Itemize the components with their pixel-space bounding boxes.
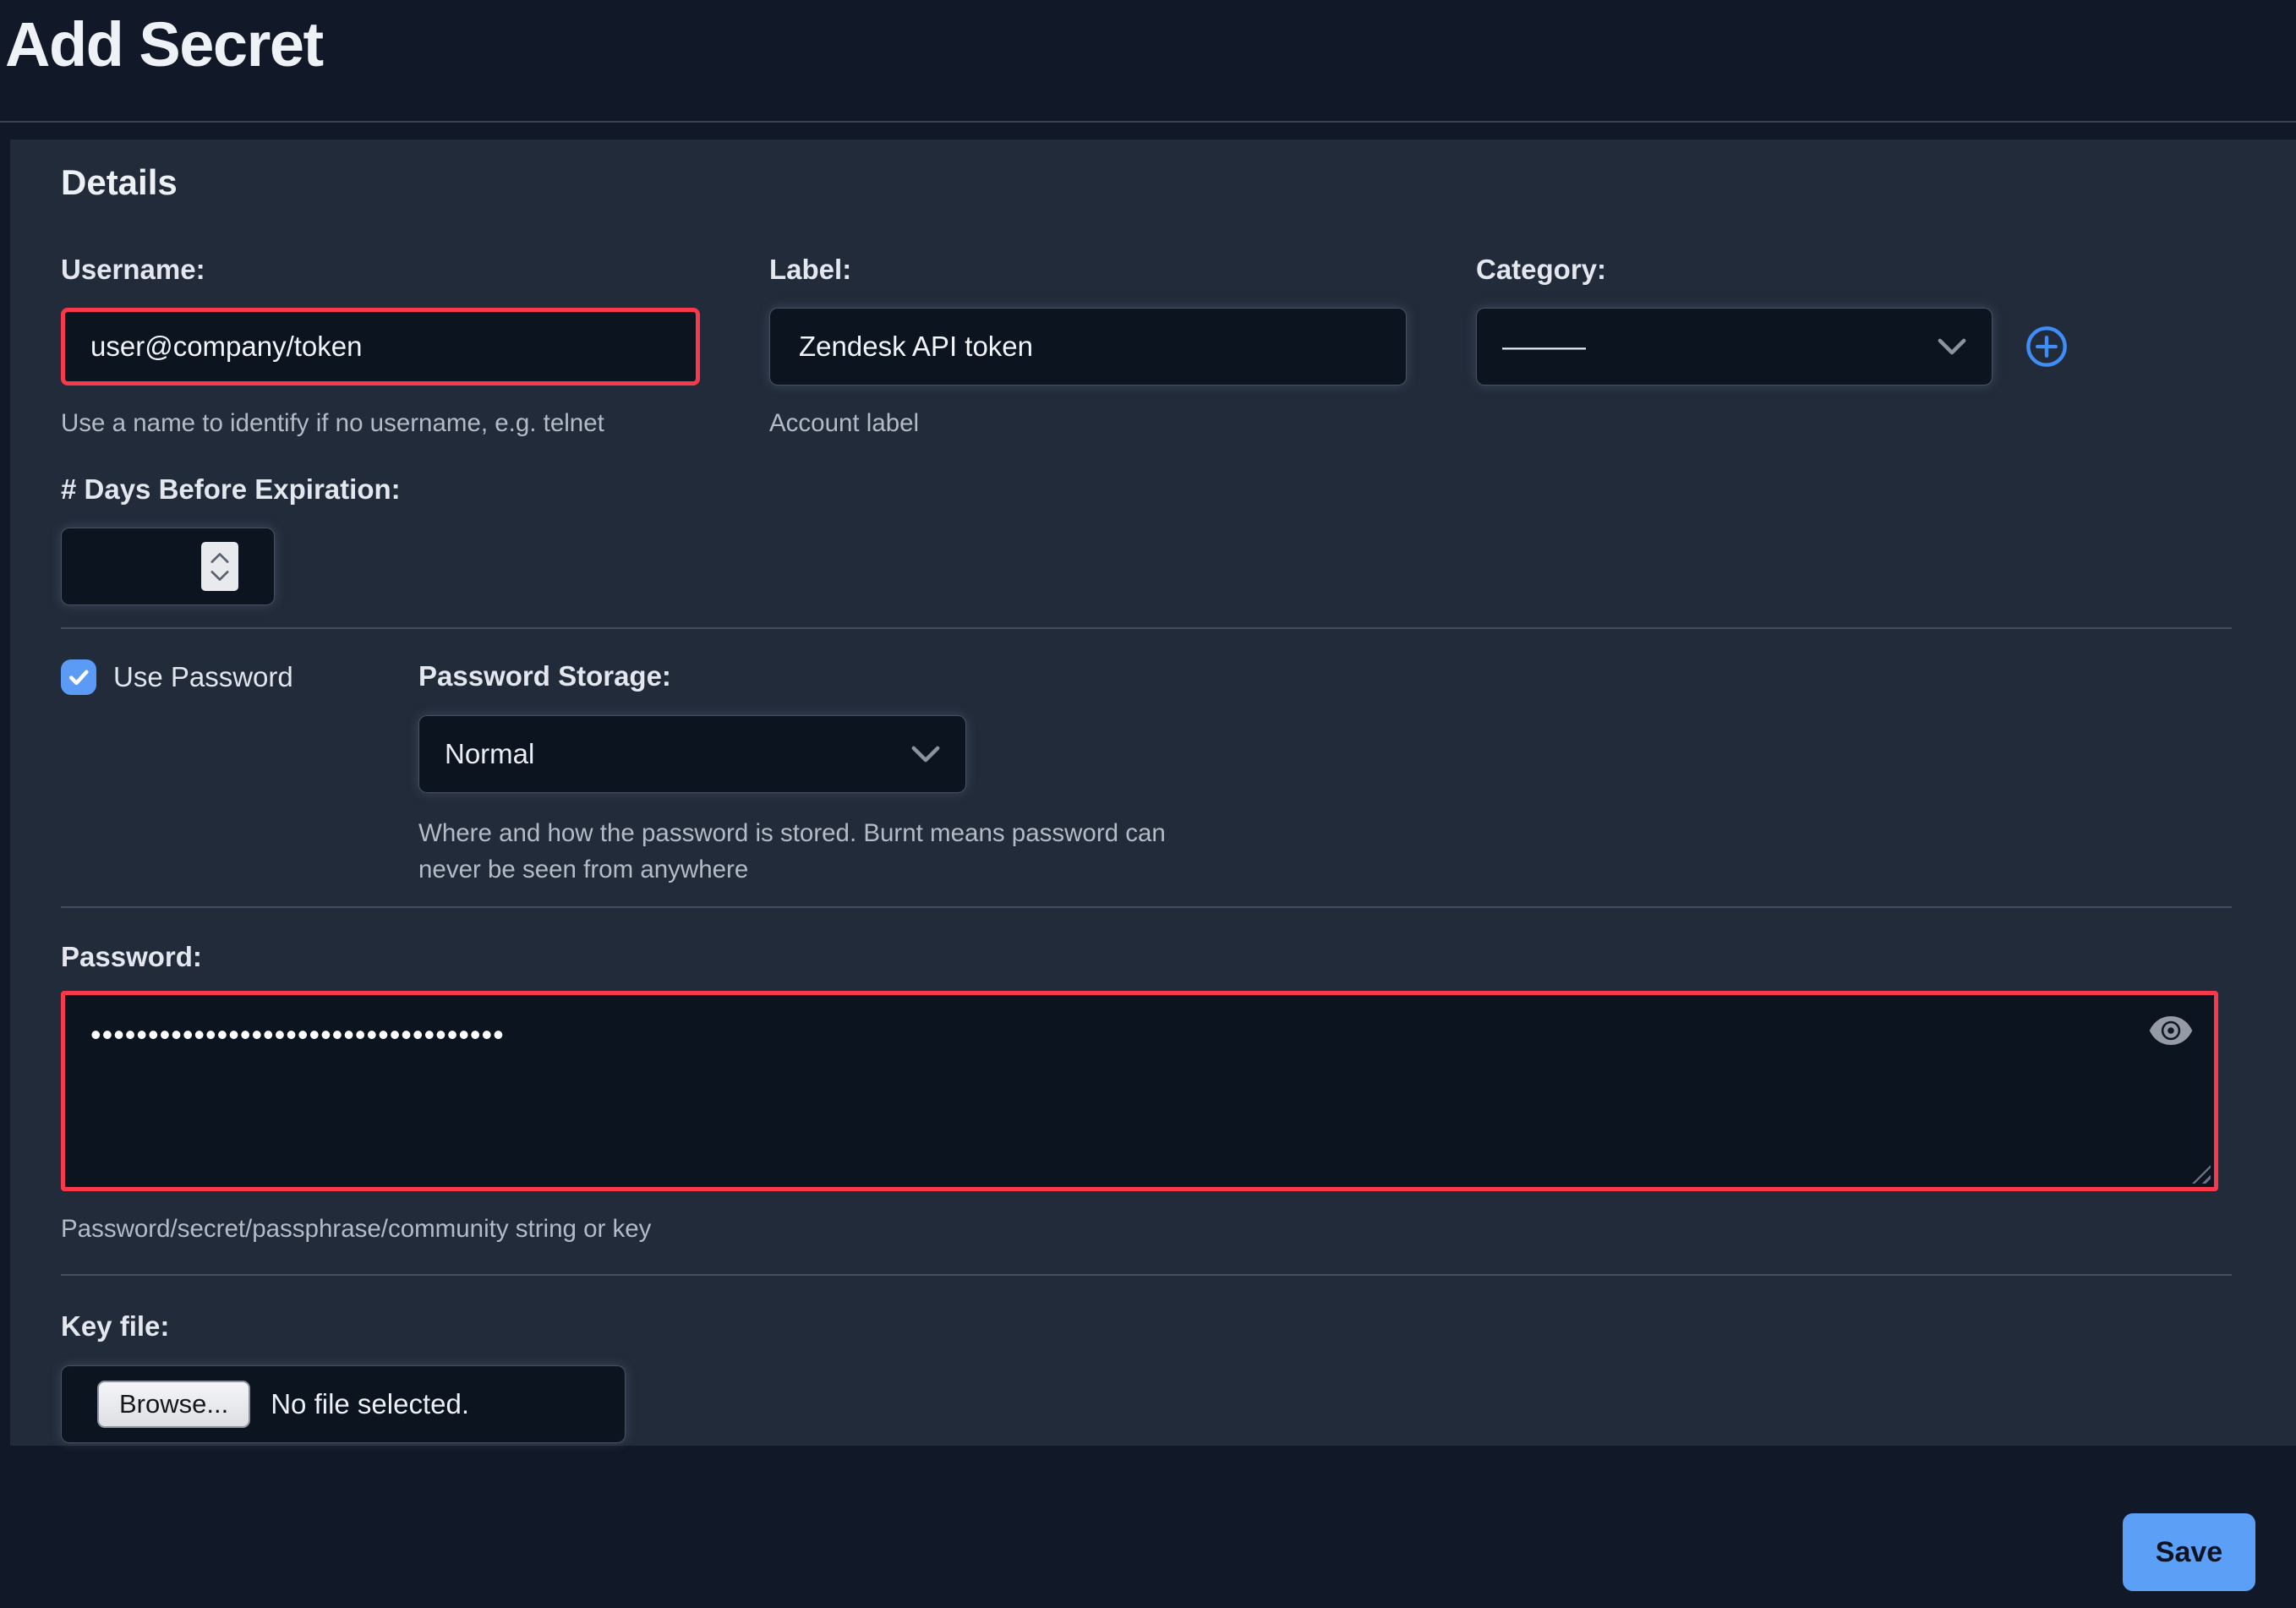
category-select[interactable]: ———	[1476, 308, 1993, 386]
username-help: Use a name to identify if no username, e…	[61, 409, 700, 438]
label-help: Account label	[769, 409, 1407, 438]
days-before-expiration-label: # Days Before Expiration:	[61, 473, 2232, 506]
password-storage-help: Where and how the password is stored. Bu…	[418, 815, 2232, 888]
days-before-expiration-group	[61, 528, 275, 605]
add-category-button[interactable]	[2025, 325, 2069, 369]
number-stepper-icon[interactable]	[201, 542, 238, 591]
section-divider	[61, 906, 2232, 908]
page-title: Add Secret	[5, 7, 2296, 83]
section-divider	[61, 627, 2232, 629]
file-status-text: No file selected.	[271, 1388, 469, 1420]
label-label: Label:	[769, 253, 1407, 287]
use-password-checkbox[interactable]	[61, 659, 96, 695]
password-label: Password:	[61, 940, 2232, 974]
username-field-group: Username: Use a name to identify if no u…	[61, 253, 700, 438]
eye-icon[interactable]	[2149, 1015, 2193, 1047]
key-file-label: Key file:	[61, 1310, 2232, 1343]
use-password-group: Use Password	[61, 659, 418, 888]
password-storage-selected-value: Normal	[445, 738, 534, 770]
chevron-down-icon	[911, 746, 940, 763]
browse-button[interactable]: Browse...	[97, 1381, 250, 1428]
category-selected-value: ———	[1502, 331, 1586, 363]
identity-row: Username: Use a name to identify if no u…	[61, 253, 2232, 438]
password-help: Password/secret/passphrase/community str…	[61, 1215, 2232, 1244]
label-input[interactable]	[769, 308, 1407, 386]
password-storage-help-line2: never be seen from anywhere	[418, 851, 2232, 888]
plus-circle-icon	[2025, 325, 2069, 369]
chevron-down-icon	[1938, 338, 1966, 355]
password-storage-label: Password Storage:	[418, 659, 2232, 693]
category-control-row: ———	[1476, 308, 2232, 386]
days-before-expiration-input[interactable]	[61, 528, 275, 605]
use-password-label[interactable]: Use Password	[113, 659, 293, 695]
checkmark-icon	[66, 665, 91, 690]
password-options-row: Use Password Password Storage: Normal Wh…	[61, 659, 2232, 888]
page-header: Add Secret	[0, 0, 2296, 121]
category-label: Category:	[1476, 253, 2232, 287]
section-divider	[61, 1274, 2232, 1276]
username-input[interactable]	[61, 308, 700, 386]
password-storage-help-line1: Where and how the password is stored. Bu…	[418, 815, 2232, 851]
password-field-wrap: ••••••••••••••••••••••••••••••••••••	[61, 991, 2218, 1191]
username-label: Username:	[61, 253, 700, 287]
header-divider	[0, 121, 2296, 123]
details-panel: Details Username: Use a name to identify…	[10, 139, 2296, 1446]
password-storage-group: Password Storage: Normal Where and how t…	[418, 659, 2232, 888]
password-textarea[interactable]: ••••••••••••••••••••••••••••••••••••	[61, 991, 2218, 1191]
save-button[interactable]: Save	[2123, 1513, 2255, 1591]
password-storage-select[interactable]: Normal	[418, 715, 966, 793]
category-field-group: Category: ———	[1476, 253, 2232, 438]
label-field-group: Label: Account label	[769, 253, 1407, 438]
details-heading: Details	[61, 163, 2232, 202]
key-file-input[interactable]: Browse... No file selected.	[61, 1365, 626, 1443]
